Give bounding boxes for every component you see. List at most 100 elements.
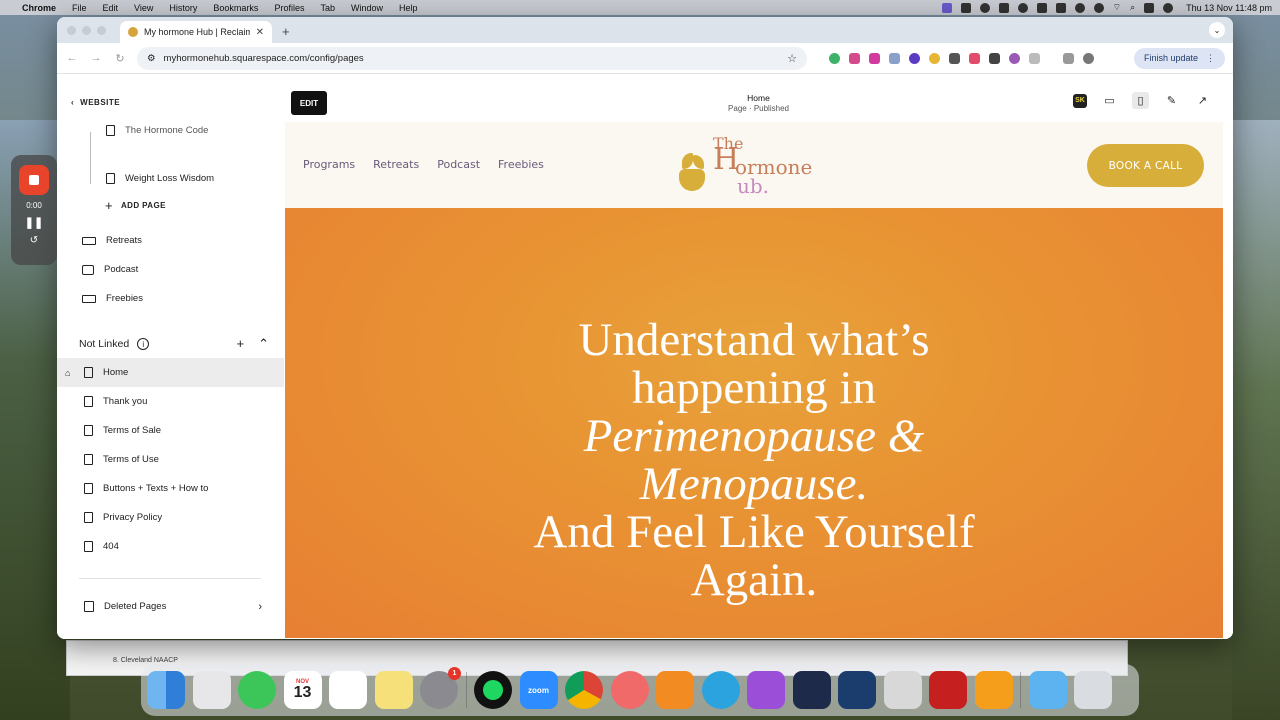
sidebar-item-thank-you[interactable]: Thank you — [57, 387, 284, 416]
back-to-website-link[interactable]: ‹ WEBSITE — [71, 98, 120, 107]
more-menu-icon[interactable]: ⋮ — [1206, 53, 1215, 64]
add-page-button[interactable]: + ADD PAGE — [105, 198, 166, 213]
grid-extension-icon[interactable] — [949, 52, 960, 64]
mobile-view-icon[interactable]: ▯ — [1132, 92, 1149, 109]
menu-history[interactable]: History — [169, 3, 197, 13]
sidebar-item-privacy-policy[interactable]: Privacy Policy — [57, 503, 284, 532]
profile-avatar-icon[interactable] — [1083, 52, 1094, 64]
search-icon[interactable]: ⌕ — [1130, 2, 1135, 13]
podcasts-icon[interactable] — [747, 671, 785, 709]
paper-plane-icon[interactable] — [792, 671, 831, 709]
zoom-icon[interactable]: zoom — [519, 671, 558, 709]
zoom-window-button[interactable] — [97, 26, 106, 35]
sidebar-item-weight-loss-wisdom[interactable]: Weight Loss Wisdom — [57, 164, 284, 193]
design-brush-icon[interactable]: ✎ — [1163, 92, 1180, 109]
pages-icon[interactable] — [974, 671, 1013, 709]
menu-edit[interactable]: Edit — [103, 3, 119, 13]
grammarly-extension-icon[interactable] — [829, 52, 840, 64]
reminders-icon[interactable] — [329, 671, 367, 709]
sidebar-item-terms-of-sale[interactable]: Terms of Sale — [57, 416, 284, 445]
menubar-clock[interactable]: Thu 13 Nov 11:48 pm — [1186, 3, 1272, 13]
extension-icon[interactable] — [889, 52, 900, 64]
downloads-icon[interactable] — [1063, 52, 1074, 64]
desktop-view-icon[interactable]: ▭ — [1101, 92, 1118, 109]
info-icon[interactable]: i — [137, 338, 150, 350]
close-window-button[interactable] — [67, 26, 76, 35]
wifi-icon[interactable]: ⌔ — [1113, 2, 1121, 13]
status-app-icon[interactable] — [960, 2, 971, 13]
sk-extension-icon[interactable]: SK — [1073, 93, 1087, 108]
menu-window[interactable]: Window — [351, 3, 383, 13]
status-app-icon[interactable] — [1036, 2, 1047, 13]
siri-icon[interactable] — [1163, 2, 1174, 13]
new-tab-button[interactable]: + — [282, 24, 290, 39]
finder-icon[interactable] — [147, 671, 185, 709]
sidebar-item-retreats[interactable]: Retreats — [57, 226, 284, 255]
menu-profiles[interactable]: Profiles — [274, 3, 304, 13]
extension-icon[interactable] — [969, 52, 980, 64]
menu-app-name[interactable]: Chrome — [22, 3, 56, 13]
menu-bookmarks[interactable]: Bookmarks — [213, 3, 258, 13]
color-ui-icon[interactable] — [883, 671, 922, 709]
minimize-window-button[interactable] — [82, 26, 91, 35]
asana-icon[interactable] — [610, 671, 649, 709]
chrome-icon[interactable] — [565, 671, 603, 709]
downloads-folder-icon[interactable] — [1028, 671, 1067, 709]
trash-icon[interactable] — [1074, 671, 1112, 709]
messages-icon[interactable] — [238, 671, 276, 709]
launchpad-icon[interactable] — [192, 671, 231, 709]
pause-icon[interactable]: ❚❚ — [25, 216, 43, 229]
back-arrow-icon[interactable]: ← — [65, 52, 79, 64]
stop-recording-button[interactable] — [19, 165, 49, 195]
status-app-icon[interactable] — [1074, 2, 1085, 13]
forward-arrow-icon[interactable]: → — [89, 52, 103, 64]
affinity-designer-icon[interactable] — [838, 671, 876, 709]
control-center-icon[interactable] — [1144, 2, 1155, 13]
collapse-chevron-icon[interactable]: ⌃ — [258, 336, 269, 352]
site-logo[interactable]: The H ormone ub. — [679, 134, 839, 198]
browser-tab-active[interactable]: My hormone Hub | Reclaim Yo ✕ — [120, 21, 272, 43]
books-icon[interactable] — [656, 671, 694, 709]
status-app-icon[interactable] — [1093, 2, 1104, 13]
calendar-icon[interactable]: NOV 13 — [283, 671, 322, 709]
download-extension-icon[interactable] — [869, 52, 880, 64]
nav-link-programs[interactable]: Programs — [303, 158, 355, 171]
sidebar-item-404[interactable]: 404 — [57, 532, 284, 561]
instagram-extension-icon[interactable] — [849, 52, 860, 64]
extension-icon[interactable] — [989, 52, 1000, 64]
nav-link-retreats[interactable]: Retreats — [373, 158, 419, 171]
finish-update-button[interactable]: Finish update ⋮ — [1133, 47, 1225, 69]
zoom-status-icon[interactable] — [979, 2, 990, 13]
hero-section[interactable]: Understand what’s happening in Perimenop… — [285, 208, 1223, 638]
nav-link-freebies[interactable]: Freebies — [498, 158, 544, 171]
menu-file[interactable]: File — [72, 3, 87, 13]
tab-search-chevron-icon[interactable]: ⌄ — [1209, 22, 1225, 38]
sidebar-item-deleted-pages[interactable]: Deleted Pages › — [57, 592, 284, 621]
extension-icon[interactable] — [929, 52, 940, 64]
sidebar-item-cut[interactable]: The Hormone Code — [57, 121, 284, 139]
puzzle-extensions-icon[interactable] — [1029, 52, 1040, 64]
menu-tab[interactable]: Tab — [320, 3, 335, 13]
sidebar-item-buttons-texts[interactable]: Buttons + Texts + How to — [57, 474, 284, 503]
menu-view[interactable]: View — [134, 3, 153, 13]
extension-icon[interactable] — [1009, 52, 1020, 64]
system-settings-icon[interactable]: 1 — [420, 667, 461, 709]
sidebar-item-terms-of-use[interactable]: Terms of Use — [57, 445, 284, 474]
sidebar-item-freebies[interactable]: Freebies — [57, 284, 284, 313]
menu-help[interactable]: Help — [399, 3, 418, 13]
open-external-icon[interactable]: ↗ — [1194, 92, 1211, 109]
sidebar-item-home[interactable]: ⌂ Home — [57, 358, 284, 387]
extension-icon[interactable] — [909, 52, 920, 64]
bookmark-star-icon[interactable]: ☆ — [787, 52, 797, 65]
status-app-icon[interactable] — [998, 2, 1009, 13]
restart-icon[interactable]: ↺ — [30, 235, 38, 246]
status-app-icon[interactable] — [1017, 2, 1028, 13]
add-page-plus-icon[interactable]: + — [237, 336, 245, 352]
telegram-icon[interactable] — [701, 671, 740, 709]
sidebar-item-podcast[interactable]: Podcast — [57, 255, 284, 284]
spotify-icon[interactable] — [474, 671, 512, 709]
acrobat-icon[interactable] — [929, 671, 967, 709]
status-app-icon[interactable] — [941, 2, 952, 13]
notes-icon[interactable] — [374, 671, 413, 709]
address-bar[interactable]: ⚙ myhormonehub.squarespace.com/config/pa… — [137, 46, 807, 70]
